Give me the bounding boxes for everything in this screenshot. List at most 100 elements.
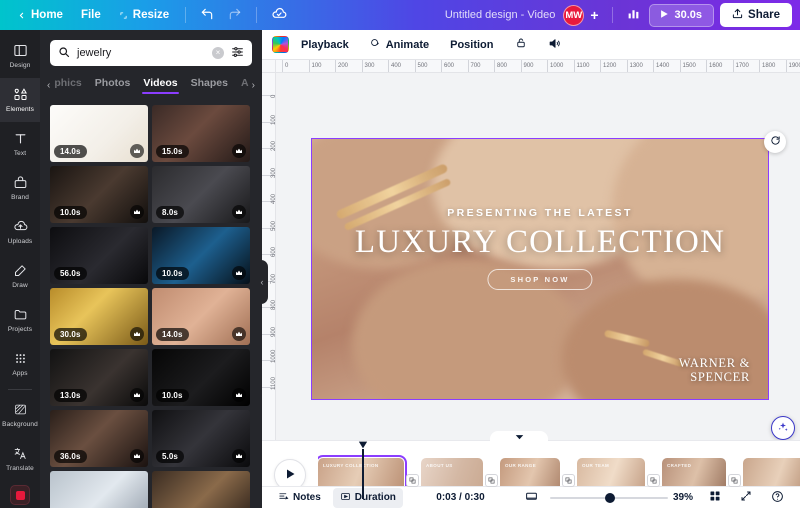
help-button[interactable]	[764, 487, 791, 508]
sidebar-item-elements[interactable]: Elements	[0, 78, 40, 122]
sidebar-item-projects[interactable]: Projects	[0, 298, 40, 342]
position-button[interactable]: Position	[441, 34, 502, 56]
filter-icon[interactable]	[231, 45, 244, 61]
clip-title: OUR RANGE	[505, 463, 537, 468]
pro-crown-icon	[130, 144, 144, 158]
video-result-thumbnail[interactable]: 18.0s	[50, 471, 148, 508]
transition-button[interactable]	[728, 473, 741, 487]
sidebar-item-label: Elements	[6, 105, 34, 113]
playhead-line[interactable]	[362, 449, 364, 499]
video-result-thumbnail[interactable]: 10.0s	[50, 166, 148, 223]
video-result-thumbnail[interactable]: 30.0s	[50, 288, 148, 345]
file-label: File	[80, 9, 101, 21]
ruler-tick: 100	[308, 60, 322, 72]
zoom-slider-knob[interactable]	[605, 492, 616, 503]
result-duration-badge: 36.0s	[54, 450, 87, 463]
video-result-thumbnail[interactable]: 10.0s	[152, 349, 250, 406]
zoom-percent-label[interactable]: 39%	[673, 492, 697, 503]
resize-button[interactable]: Resize	[110, 5, 178, 25]
search-input[interactable]: jewelry ×	[50, 40, 252, 66]
sidebar-item-background[interactable]: Background	[0, 393, 40, 437]
file-menu-button[interactable]: File	[72, 5, 110, 25]
rainbow-color-swatch[interactable]	[272, 36, 289, 53]
preview-play-button[interactable]: 30.0s	[648, 3, 715, 27]
video-result-thumbnail[interactable]: 14.0s	[152, 288, 250, 345]
transition-button[interactable]	[406, 473, 419, 487]
undo-button[interactable]	[193, 3, 221, 28]
tab-photos[interactable]: Photos	[94, 74, 132, 96]
record-button[interactable]	[10, 485, 30, 505]
fullscreen-button[interactable]	[733, 487, 759, 508]
chevron-left-icon[interactable]: ‹	[44, 80, 53, 91]
sidebar-item-brand[interactable]: Brand	[0, 166, 40, 210]
transition-button[interactable]	[647, 473, 660, 487]
sidebar-item-uploads[interactable]: Uploads	[0, 210, 40, 254]
screen-size-button[interactable]	[518, 487, 545, 508]
video-result-thumbnail[interactable]: 13.0s	[50, 349, 148, 406]
playhead-marker-icon[interactable]	[358, 441, 368, 449]
sidebar-item-label: Projects	[7, 325, 33, 333]
canvas-title[interactable]: LUXURY COLLECTION	[312, 223, 768, 262]
timeline-collapse-button[interactable]	[490, 431, 548, 443]
duration-button[interactable]: Duration	[332, 487, 403, 508]
magic-ai-button[interactable]	[771, 416, 795, 440]
video-result-thumbnail[interactable]: 56.0s	[50, 227, 148, 284]
search-results-grid: 14.0s 15.0s 10.0s 8.0s 56.0s 10.0s 30.0s 14.0s 1…	[40, 105, 262, 508]
video-result-thumbnail[interactable]: 10.0s	[152, 227, 250, 284]
sidebar-item-translate[interactable]: Translate	[0, 437, 40, 481]
tab-videos[interactable]: Videos	[142, 74, 179, 96]
video-result-thumbnail[interactable]: 36.0s	[50, 410, 148, 467]
sidebar-item-design[interactable]: Design	[0, 34, 40, 78]
redo-button[interactable]	[221, 3, 249, 28]
add-collaborator-button[interactable]: +	[584, 5, 604, 25]
canvas-brand[interactable]: WARNER & SPENCER	[679, 356, 750, 386]
animate-button[interactable]: Animate	[361, 33, 438, 57]
insights-button[interactable]	[620, 3, 647, 27]
notes-button[interactable]: Notes	[271, 488, 328, 508]
transition-button[interactable]	[562, 473, 575, 487]
video-result-thumbnail[interactable]: 23.0s	[152, 471, 250, 508]
shop-now-button[interactable]: SHOP NOW	[487, 269, 593, 290]
video-result-thumbnail[interactable]: 15.0s	[152, 105, 250, 162]
pro-crown-icon	[232, 449, 246, 463]
pro-crown-icon	[232, 266, 246, 280]
tab-graphics[interactable]: phics	[53, 74, 82, 96]
rail-divider	[8, 389, 32, 390]
video-result-thumbnail[interactable]: 5.0s	[152, 410, 250, 467]
tab-audio[interactable]: Aud	[240, 74, 249, 96]
chevron-right-icon[interactable]: ›	[249, 80, 258, 91]
lock-button[interactable]	[506, 32, 536, 57]
volume-button[interactable]	[539, 32, 570, 58]
share-button[interactable]: Share	[720, 3, 792, 27]
sidebar-item-text[interactable]: Text	[0, 122, 40, 166]
cloud-saved-icon	[271, 6, 287, 25]
ruler-tick: 1500	[679, 60, 696, 72]
clear-icon[interactable]: ×	[212, 47, 224, 59]
ruler-corner	[262, 60, 276, 73]
grid-view-button[interactable]	[702, 487, 728, 508]
brand-line-2: SPENCER	[690, 370, 750, 385]
result-duration-badge: 10.0s	[156, 389, 189, 402]
rotate-handle[interactable]	[764, 131, 786, 153]
design-canvas[interactable]: PRESENTING THE LATEST LUXURY COLLECTION …	[311, 138, 769, 400]
video-result-thumbnail[interactable]: 8.0s	[152, 166, 250, 223]
avatar[interactable]: MW	[563, 4, 585, 26]
playback-button[interactable]: Playback	[292, 34, 358, 56]
transition-button[interactable]	[485, 473, 498, 487]
document-title[interactable]: Untitled design - Video	[437, 5, 563, 25]
zoom-slider[interactable]	[550, 492, 668, 503]
panel-collapse-button[interactable]: ‹	[256, 260, 268, 304]
ruler-tick: 1800	[759, 60, 775, 72]
sidebar-item-draw[interactable]: Draw	[0, 254, 40, 298]
home-button[interactable]: Home	[8, 5, 72, 25]
canvas-subtitle[interactable]: PRESENTING THE LATEST	[312, 207, 768, 219]
tab-shapes[interactable]: Shapes	[190, 74, 229, 96]
horizontal-ruler[interactable]: 0 100 200 300 400 500 600 700 800 900 1000 1100 1200…	[276, 60, 800, 73]
video-result-thumbnail[interactable]: 14.0s	[50, 105, 148, 162]
top-toolbar: Home File Resize Untitled design - Video…	[0, 0, 800, 30]
sidebar-item-apps[interactable]: Apps	[0, 342, 40, 386]
canva-video-editor: Home File Resize Untitled design - Video…	[0, 0, 800, 508]
ruler-tick: 500	[414, 60, 428, 72]
cloud-save-status-button[interactable]	[264, 2, 294, 29]
tabs-scroller: phics Photos Videos Shapes Aud	[53, 74, 249, 96]
